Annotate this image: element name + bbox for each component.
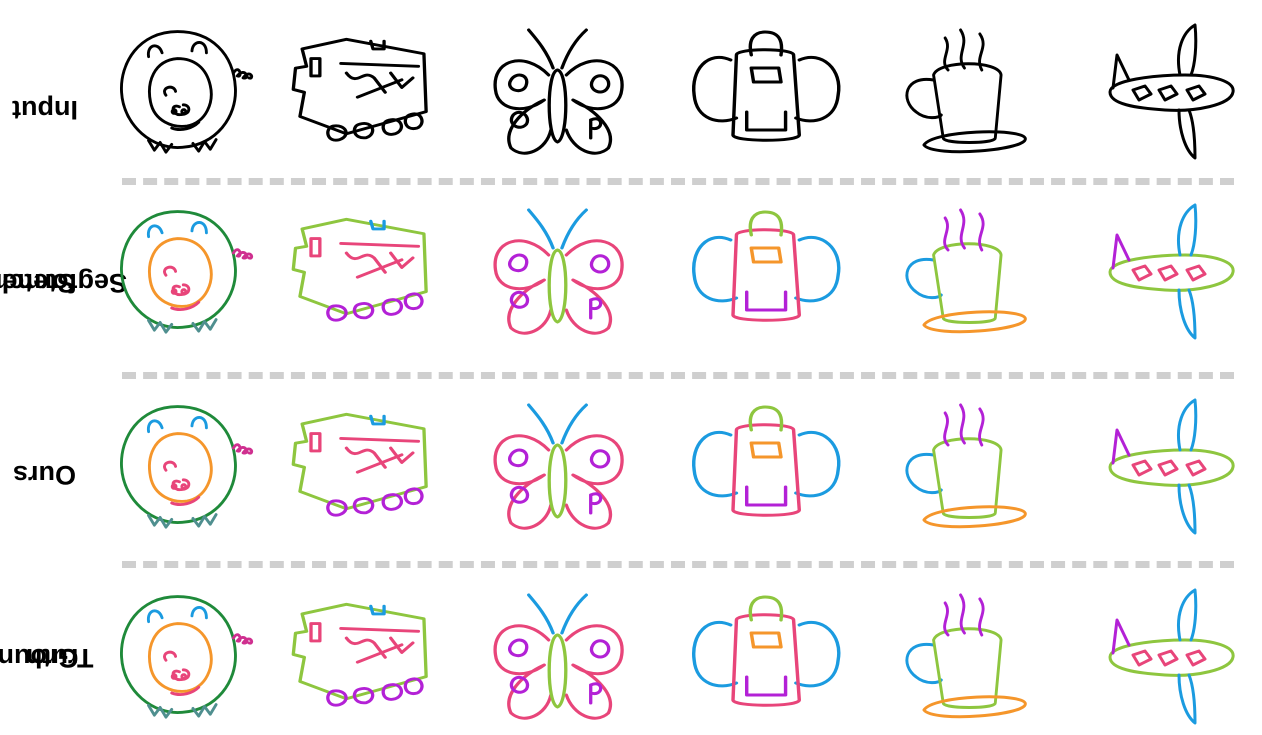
stroke-body — [547, 633, 568, 709]
stroke-bottom — [745, 675, 788, 697]
stroke-tail — [231, 68, 254, 80]
stroke-ant — [527, 208, 588, 250]
stroke-side — [794, 431, 841, 498]
stroke-tail — [231, 633, 254, 645]
stroke-ant — [527, 403, 588, 445]
stroke-windows — [1131, 459, 1207, 477]
stroke-body — [547, 248, 568, 324]
stroke-wings — [564, 434, 624, 530]
stroke-bottom — [745, 110, 788, 132]
stroke-grill — [339, 241, 421, 279]
stroke-spots — [508, 448, 611, 515]
stroke-spots — [508, 73, 611, 140]
sketch-backpack-segformer — [692, 210, 841, 322]
stroke-spots — [508, 253, 611, 320]
stroke-windows — [1131, 264, 1207, 282]
stroke-tail — [231, 248, 254, 260]
sketch-pig-input — [120, 30, 254, 154]
sketch-train-ground-truth — [291, 602, 428, 707]
stroke-side — [692, 236, 739, 303]
stroke-side — [692, 431, 739, 498]
stroke-grill — [339, 626, 421, 664]
stroke-side — [692, 621, 739, 688]
stroke-window — [309, 622, 322, 643]
stroke-tail — [231, 443, 254, 455]
stroke-body — [547, 443, 568, 519]
sketch-pig-ours — [120, 405, 254, 529]
stroke-side — [794, 56, 841, 123]
sketch-plane-input — [1108, 23, 1235, 160]
stroke-bottom — [745, 485, 788, 507]
stroke-ears — [146, 220, 208, 239]
stroke-side — [794, 621, 841, 688]
stroke-body — [731, 423, 802, 517]
sketch-butterfly-input — [493, 28, 624, 155]
stroke-spots — [508, 638, 611, 705]
stroke-body — [731, 48, 802, 142]
stroke-pocket — [749, 631, 783, 649]
sketch-train-input — [291, 37, 428, 142]
sketch-backpack-ours — [692, 405, 841, 517]
sketch-plane-segformer — [1108, 203, 1235, 340]
stroke-wings — [564, 624, 624, 720]
stroke-pocket — [749, 246, 783, 264]
stroke-head — [148, 237, 213, 308]
stroke-ant — [527, 28, 588, 70]
stroke-ears — [146, 605, 208, 624]
stroke-ears — [146, 415, 208, 434]
stroke-windows — [1131, 649, 1207, 667]
sketch-grid — [120, 23, 1235, 725]
stroke-side — [794, 236, 841, 303]
stroke-wings — [564, 59, 624, 155]
sketch-butterfly-ground-truth — [493, 593, 624, 720]
stroke-pocket — [749, 441, 783, 459]
stroke-head — [148, 622, 213, 693]
sketch-pig-ground-truth — [120, 595, 254, 719]
stroke-window — [309, 432, 322, 453]
stroke-windows — [1131, 84, 1207, 102]
sketch-backpack-ground-truth — [692, 595, 841, 707]
stroke-window — [309, 237, 322, 258]
stroke-ant — [527, 593, 588, 635]
sketch-cup-ground-truth — [905, 593, 1027, 719]
sketch-cup-segformer — [905, 208, 1027, 334]
stroke-pocket — [749, 66, 783, 84]
sketch-plane-ground-truth — [1108, 588, 1235, 725]
sketch-butterfly-ours — [493, 403, 624, 530]
stroke-body — [731, 613, 802, 707]
sketch-backpack-input — [692, 30, 841, 142]
sketch-plane-ours — [1108, 398, 1235, 535]
stroke-head — [148, 432, 213, 503]
sketch-train-ours — [291, 412, 428, 517]
stroke-bottom — [745, 290, 788, 312]
stroke-side — [692, 56, 739, 123]
stroke-wings — [564, 239, 624, 335]
sketch-train-segformer — [291, 217, 428, 322]
stroke-grill — [339, 436, 421, 474]
stroke-head — [148, 57, 213, 128]
sketch-butterfly-segformer — [493, 208, 624, 335]
stroke-ears — [146, 40, 208, 59]
sketch-cup-ours — [905, 403, 1027, 529]
stroke-body — [547, 68, 568, 144]
sketch-pig-segformer — [120, 210, 254, 334]
sketch-cup-input — [905, 28, 1027, 154]
stroke-window — [309, 57, 322, 78]
stroke-body — [731, 228, 802, 322]
stroke-grill — [339, 61, 421, 99]
